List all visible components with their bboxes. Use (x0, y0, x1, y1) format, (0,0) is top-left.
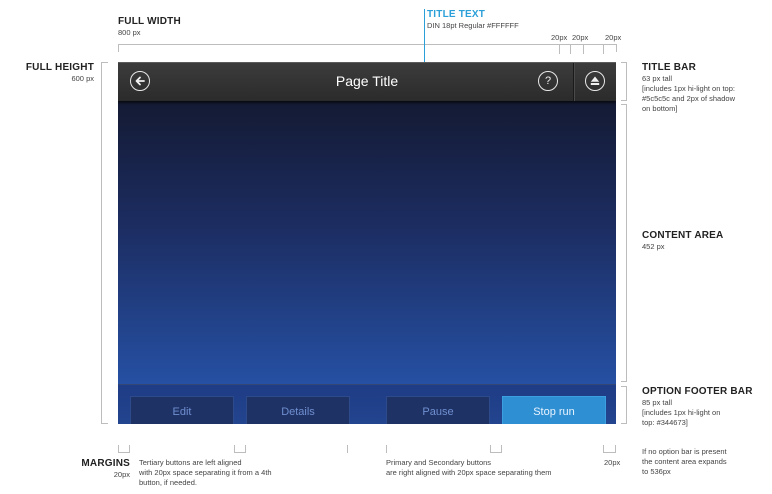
question-circle-icon[interactable]: ? (538, 71, 558, 91)
footer-note-line: to 536px (642, 467, 671, 476)
margins-value: 20px (113, 470, 130, 479)
top-margin-label-3: 20px (605, 33, 622, 42)
top-margin-label-2: 20px (572, 33, 589, 42)
primary-note: Primary and Secondary buttons are right … (386, 458, 606, 478)
full-width-annotation: FULL WIDTH 800 px (118, 16, 181, 38)
title-bar-line: on bottom] (642, 104, 678, 113)
width-ruler (118, 44, 616, 45)
footer-note-line: If no option bar is present (642, 447, 727, 456)
content-bracket-bottom (621, 381, 627, 382)
margins-heading: MARGINS (81, 458, 130, 469)
footer-note-line: the content area expands (642, 457, 727, 466)
option-footer-bar: Edit Details Pause Stop run (118, 384, 616, 424)
height-ruler-bottom-tick (101, 423, 108, 424)
top-margin-tick (583, 44, 584, 54)
right-margin-label: 20px (604, 458, 621, 467)
full-width-value: 800 px (118, 28, 141, 37)
stop-run-button[interactable]: Stop run (502, 396, 606, 424)
primary-note-line: are right aligned with 20px space separa… (386, 468, 552, 477)
tertiary-note-line: Tertiary buttons are left aligned (139, 458, 242, 467)
details-button[interactable]: Details (246, 396, 350, 424)
full-height-heading: FULL HEIGHT (25, 62, 94, 73)
height-ruler (101, 62, 102, 424)
top-margin-label-1: 20px (551, 33, 568, 42)
bottom-bracket (490, 452, 502, 453)
title-text-heading: TITLE TEXT (427, 9, 486, 20)
content-area-value: 452 px (642, 242, 665, 251)
title-bar-bracket-bottom (621, 100, 627, 101)
full-height-annotation: FULL HEIGHT 600 px (22, 62, 94, 84)
bottom-bracket (234, 452, 246, 453)
device-screen: Page Title ? Edit Details Pause Stop run (118, 62, 616, 424)
option-footer-annotation: OPTION FOOTER BAR 85 px tall [includes 1… (642, 386, 770, 428)
tertiary-note-line: with 20px space separating it from a 4th (139, 468, 272, 477)
footer-note: If no option bar is present the content … (642, 447, 770, 477)
tertiary-note: Tertiary buttons are left aligned with 2… (139, 458, 339, 488)
content-area-annotation: CONTENT AREA 452 px (642, 230, 723, 252)
title-bar-annotation: TITLE BAR 63 px tall [includes 1px hi-li… (642, 62, 767, 114)
footer-bracket (626, 386, 627, 424)
margins-annotation: MARGINS 20px (78, 458, 130, 480)
full-width-heading: FULL WIDTH (118, 16, 181, 27)
eject-glyph (590, 76, 600, 85)
primary-note-line: Primary and Secondary buttons (386, 458, 492, 467)
edit-button[interactable]: Edit (130, 396, 234, 424)
width-ruler-left-tick (118, 44, 119, 52)
title-bar-divider (573, 63, 575, 101)
option-footer-line: top: #344673] (642, 418, 688, 427)
title-bar-bracket (626, 62, 627, 100)
content-bracket (626, 104, 627, 382)
title-text-annotation: TITLE TEXT DIN 18pt Regular #FFFFFF (427, 9, 519, 31)
title-bar-line: #5c5c5c and 2px of shadow (642, 94, 735, 103)
title-bar-line: 63 px tall (642, 74, 673, 83)
title-bar-bracket-top (621, 62, 627, 63)
footer-bracket-bottom (621, 423, 627, 424)
eject-circle-icon[interactable] (585, 71, 605, 91)
top-margin-tick (559, 44, 560, 54)
bottom-bracket (603, 452, 616, 453)
top-margin-tick (603, 44, 604, 54)
option-footer-heading: OPTION FOOTER BAR (642, 386, 753, 397)
content-bracket-top (621, 104, 627, 105)
content-area (118, 100, 616, 384)
content-area-heading: CONTENT AREA (642, 230, 724, 241)
height-ruler-top-tick (101, 62, 108, 63)
option-footer-line: 85 px tall (642, 398, 673, 407)
width-ruler-right-tick (616, 44, 617, 52)
pause-button[interactable]: Pause (386, 396, 490, 424)
title-bar: Page Title ? (118, 62, 616, 101)
footer-bracket-top (621, 386, 627, 387)
bottom-tick (386, 445, 387, 453)
bottom-bracket (118, 452, 130, 453)
title-bar-line: [includes 1px hi-light on top: (642, 84, 735, 93)
tertiary-note-line: button, if needed. (139, 478, 197, 487)
option-footer-line: [includes 1px hi-light on (642, 408, 721, 417)
bottom-tick (347, 445, 348, 453)
title-bar-heading: TITLE BAR (642, 62, 697, 73)
title-text-value: DIN 18pt Regular #FFFFFF (427, 21, 519, 30)
top-margin-tick (570, 44, 571, 54)
full-height-value: 600 px (71, 74, 94, 83)
